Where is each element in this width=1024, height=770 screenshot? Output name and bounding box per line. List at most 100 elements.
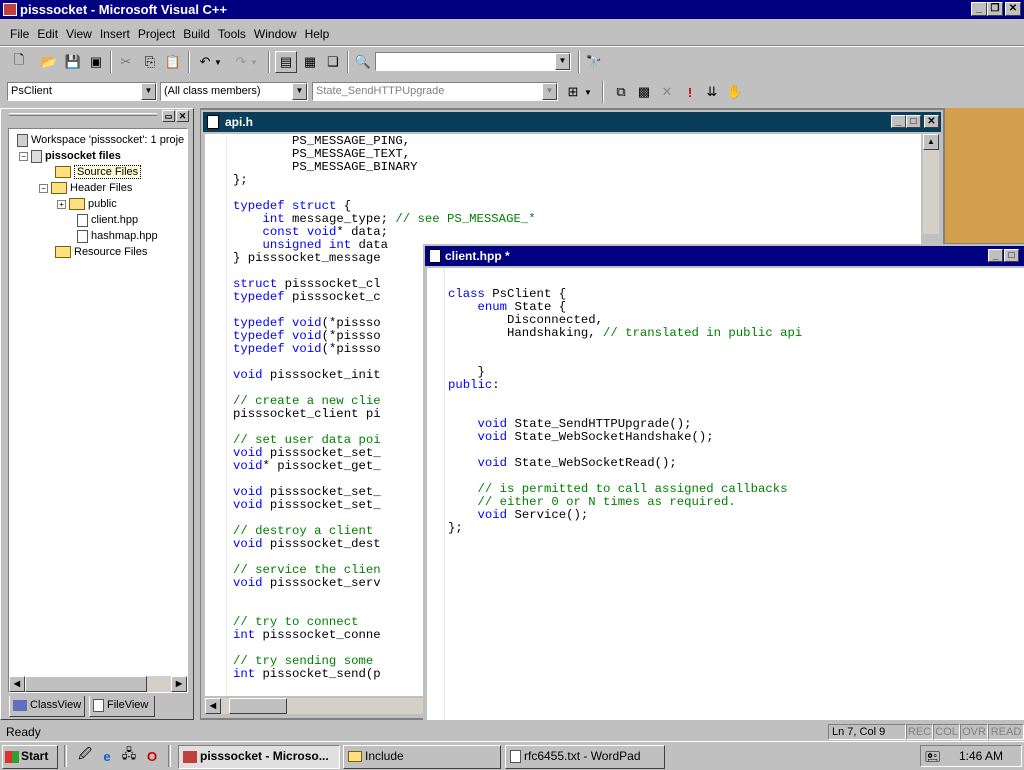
task-wordpad[interactable]: rfc6455.txt - WordPad bbox=[505, 745, 665, 769]
chevron-down-icon[interactable]: ▼ bbox=[292, 83, 307, 100]
member-combo-value: State_SendHTTPUpgrade bbox=[316, 85, 445, 97]
show-desktop-icon[interactable]: 🖉 bbox=[74, 745, 96, 767]
network-icon[interactable]: 🖧 bbox=[118, 745, 140, 767]
member-combo[interactable]: State_SendHTTPUpgrade ▼ bbox=[312, 82, 558, 101]
tree-public[interactable]: + public bbox=[57, 196, 117, 212]
build-icon[interactable]: ▩ bbox=[633, 81, 655, 103]
menu-tools[interactable]: Tools bbox=[214, 24, 250, 44]
folder-icon bbox=[348, 751, 362, 763]
folder-icon bbox=[55, 166, 71, 179]
window-list-icon[interactable]: ❏ bbox=[322, 51, 344, 73]
scroll-right-icon[interactable]: ▶ bbox=[171, 676, 187, 692]
workspace-hscroll[interactable]: ◀ ▶ bbox=[9, 676, 187, 692]
chevron-down-icon[interactable]: ▼ bbox=[555, 53, 570, 70]
output-window-icon[interactable]: ▦ bbox=[299, 51, 321, 73]
cut-icon[interactable]: ✂ bbox=[115, 51, 137, 73]
save-all-icon[interactable]: ▣ bbox=[85, 51, 107, 73]
collapse-icon[interactable]: − bbox=[39, 184, 48, 193]
task-pisssocket[interactable]: pisssocket - Microso... bbox=[178, 745, 340, 769]
minimize-button[interactable]: _ bbox=[971, 2, 987, 16]
filter-combo[interactable]: (All class members) ▼ bbox=[160, 82, 308, 101]
tab-classview-label: ClassView bbox=[30, 699, 82, 711]
mdi-desktop-backdrop bbox=[945, 108, 1024, 243]
start-button[interactable]: Start bbox=[2, 745, 58, 769]
stop-build-icon[interactable]: ✕ bbox=[656, 81, 678, 103]
quicklaunch-separator bbox=[64, 745, 67, 767]
go-icon[interactable]: ⇊ bbox=[701, 81, 723, 103]
scroll-left-icon[interactable]: ◀ bbox=[9, 676, 25, 692]
scroll-thumb[interactable] bbox=[229, 698, 287, 714]
workspace-restore-button[interactable]: ▭ bbox=[162, 110, 175, 122]
document-icon bbox=[429, 249, 441, 263]
find-combo[interactable]: ▼ bbox=[375, 52, 571, 71]
compile-icon[interactable]: ⧉ bbox=[610, 81, 632, 103]
classview-icon bbox=[13, 699, 27, 711]
close-button[interactable]: ✕ bbox=[1005, 2, 1021, 16]
restore-button[interactable]: ❐ bbox=[987, 2, 1003, 16]
tree-hashmap-hpp[interactable]: hashmap.hpp bbox=[77, 228, 158, 244]
scroll-thumb[interactable] bbox=[25, 676, 147, 692]
tab-classview[interactable]: ClassView bbox=[9, 696, 85, 717]
workspace-toggle-icon[interactable]: ▤ bbox=[275, 51, 297, 73]
workspace-close-button[interactable]: ✕ bbox=[176, 110, 189, 122]
client-minimize-button[interactable]: _ bbox=[988, 249, 1003, 262]
menu-edit[interactable]: Edit bbox=[33, 24, 62, 44]
menu-insert[interactable]: Insert bbox=[96, 24, 134, 44]
task-include[interactable]: Include bbox=[343, 745, 501, 769]
resource-files-label: Resource Files bbox=[74, 246, 148, 258]
find-in-files-icon[interactable]: 🔍 bbox=[352, 51, 374, 73]
new-text-file-icon[interactable]: 🗋 bbox=[8, 51, 30, 73]
menu-help[interactable]: Help bbox=[301, 24, 334, 44]
expand-icon[interactable]: + bbox=[57, 200, 66, 209]
class-combo-value: PsClient bbox=[11, 85, 52, 97]
wizardbar-actions-icon[interactable]: ⊞ bbox=[562, 81, 584, 103]
internet-explorer-icon[interactable]: e bbox=[96, 745, 118, 767]
menu-project[interactable]: Project bbox=[134, 24, 179, 44]
menu-window[interactable]: Window bbox=[250, 24, 301, 44]
fileview-icon bbox=[93, 698, 104, 712]
api-h-hscroll[interactable]: ◀ bbox=[205, 698, 423, 714]
tree-workspace-root[interactable]: Workspace 'pisssocket': 1 proje bbox=[17, 132, 184, 148]
scroll-left-icon[interactable]: ◀ bbox=[205, 698, 221, 714]
api-h-gutter bbox=[205, 134, 227, 696]
folder-open-icon bbox=[51, 182, 67, 195]
tray-app-icon[interactable]: 🖭 bbox=[925, 748, 941, 764]
tree-header-files[interactable]: − Header Files bbox=[39, 180, 132, 196]
menu-file[interactable]: File bbox=[6, 24, 33, 44]
copy-icon[interactable]: ⎘ bbox=[139, 51, 161, 73]
api-maximize-button[interactable]: □ bbox=[906, 115, 921, 128]
tree-resource-files[interactable]: Resource Files bbox=[55, 244, 147, 260]
redo-dropdown-icon[interactable]: ▼ bbox=[248, 51, 260, 73]
chevron-down-icon[interactable]: ▼ bbox=[542, 83, 557, 100]
undo-dropdown-icon[interactable]: ▼ bbox=[212, 51, 224, 73]
chevron-down-icon[interactable]: ▼ bbox=[141, 83, 156, 100]
menu-view[interactable]: View bbox=[62, 24, 96, 44]
wizardbar-dropdown-icon[interactable]: ▼ bbox=[582, 81, 594, 103]
find-icon[interactable]: 🔭 bbox=[583, 51, 605, 73]
tab-fileview[interactable]: FileView bbox=[89, 696, 155, 717]
class-combo[interactable]: PsClient ▼ bbox=[7, 82, 157, 101]
breakpoint-hand-icon[interactable]: ✋ bbox=[724, 81, 746, 103]
workspace-grip[interactable] bbox=[9, 113, 157, 116]
tree-project[interactable]: − pissocket files bbox=[19, 148, 121, 164]
client-hpp-editor[interactable]: class PsClient { enum State { Disconnect… bbox=[427, 268, 1024, 720]
scroll-up-icon[interactable]: ▲ bbox=[923, 134, 939, 150]
menu-toolbar-divider bbox=[0, 45, 1024, 47]
open-icon[interactable]: 📂 bbox=[38, 51, 60, 73]
clock[interactable]: 1:46 AM bbox=[959, 749, 1003, 763]
vc-app-icon[interactable] bbox=[3, 3, 17, 16]
save-icon[interactable]: 💾 bbox=[62, 51, 84, 73]
collapse-icon[interactable]: − bbox=[19, 152, 28, 161]
menu-build[interactable]: Build bbox=[179, 24, 214, 44]
execute-icon[interactable]: ! bbox=[679, 81, 701, 103]
tree-source-files[interactable]: Source Files bbox=[55, 164, 142, 180]
api-close-button[interactable]: ✕ bbox=[924, 115, 939, 128]
code-line: void State_WebSocketHandshake(); bbox=[477, 430, 714, 444]
start-label: Start bbox=[21, 749, 49, 763]
client-maximize-button[interactable]: □ bbox=[1004, 249, 1019, 262]
paste-icon[interactable]: 📋 bbox=[162, 51, 184, 73]
tree-client-hpp[interactable]: client.hpp bbox=[77, 212, 138, 228]
api-minimize-button[interactable]: _ bbox=[891, 115, 906, 128]
api-h-vscroll[interactable]: ▲ bbox=[923, 134, 939, 234]
opera-icon[interactable]: O bbox=[141, 745, 163, 767]
